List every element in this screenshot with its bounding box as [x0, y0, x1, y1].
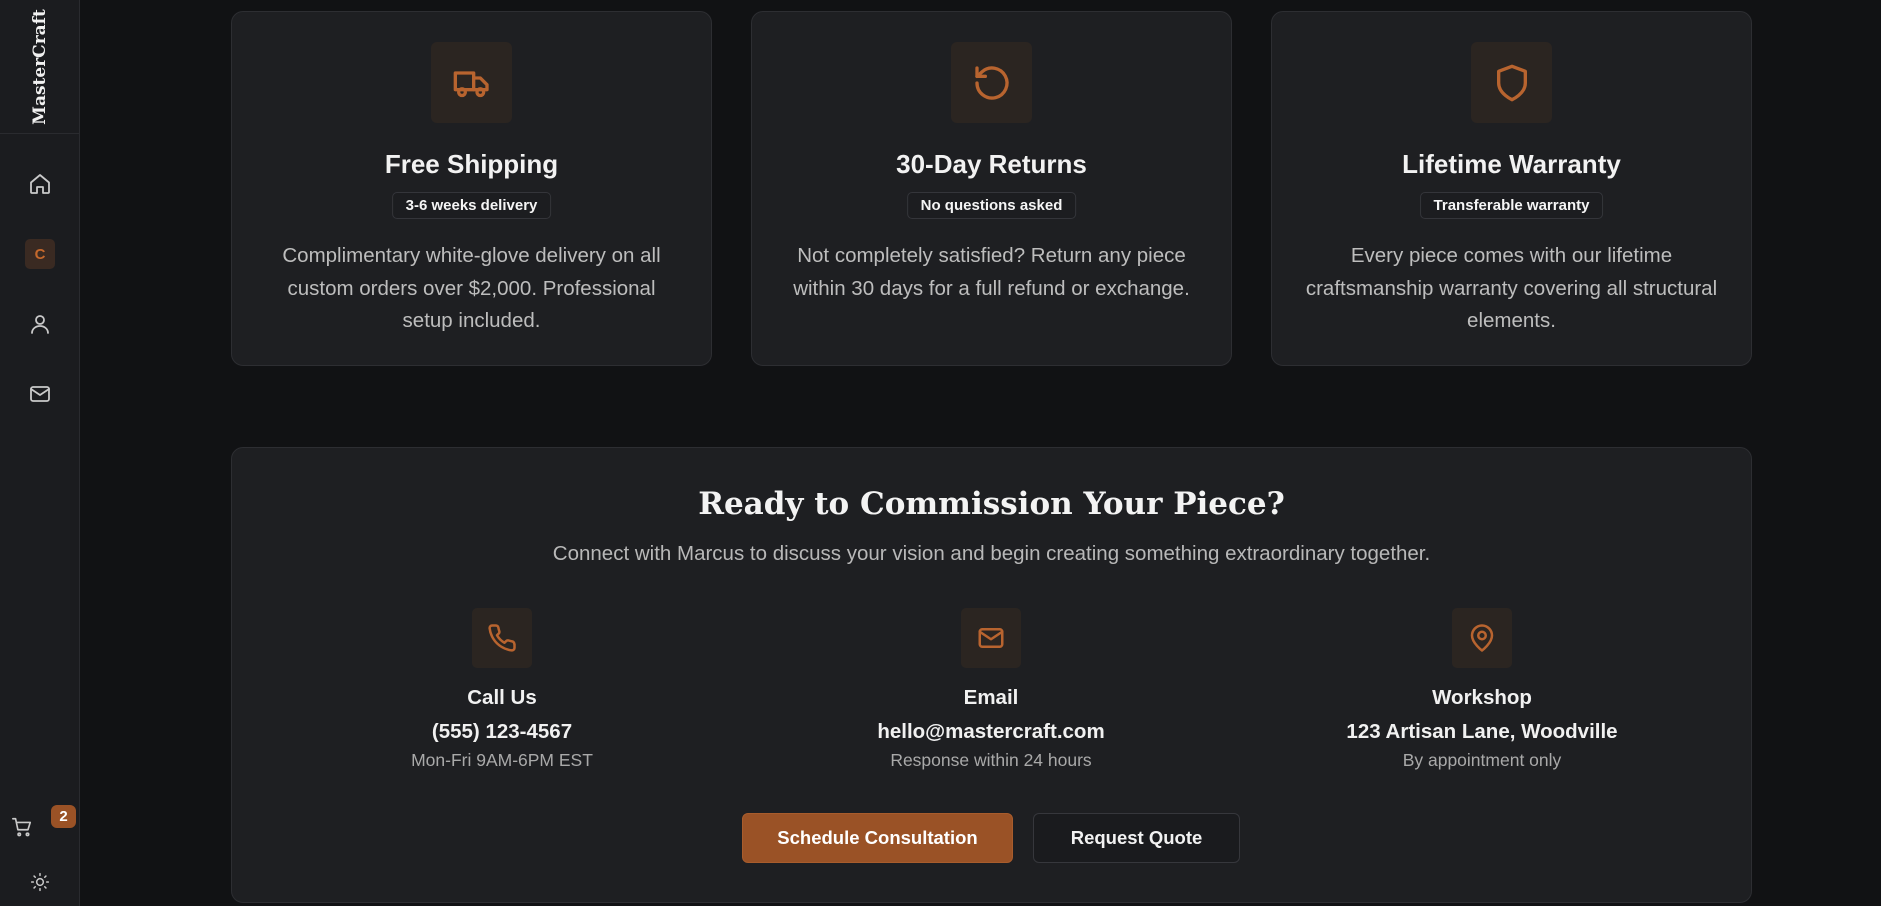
contact-label: Workshop: [1432, 686, 1532, 709]
feature-icon-box: [1471, 42, 1552, 123]
rotate-ccw-icon: [974, 65, 1009, 100]
feature-tag: Transferable warranty: [1419, 192, 1604, 219]
feature-tag: No questions asked: [906, 192, 1077, 219]
feature-title: Free Shipping: [384, 149, 559, 179]
mail-icon: [978, 628, 1004, 648]
brand-logo[interactable]: MasterCraft: [0, 0, 80, 134]
contact-icon-box: [961, 608, 1021, 668]
nav-account-button[interactable]: [20, 304, 60, 344]
feature-card-shipping: Free Shipping 3-6 weeks delivery Complim…: [231, 11, 712, 366]
nav-c-button[interactable]: C: [20, 234, 60, 274]
contact-icon-box: [472, 608, 532, 668]
nav-mail-button[interactable]: [20, 374, 60, 414]
home-icon: [30, 174, 50, 194]
contact-email: Email hello@mastercraft.com Response wit…: [811, 608, 1171, 771]
email-link[interactable]: hello@mastercraft.com: [811, 720, 1171, 744]
shield-icon: [1496, 64, 1527, 101]
cta-subtitle: Connect with Marcus to discuss your visi…: [552, 542, 1431, 565]
cart-icon: [12, 817, 32, 837]
request-quote-button[interactable]: Request Quote: [1033, 813, 1240, 863]
feature-icon-box: [951, 42, 1032, 123]
truck-icon: [453, 70, 489, 97]
feature-tag: 3-6 weeks delivery: [391, 192, 552, 219]
feature-icon-box: [431, 42, 512, 123]
user-icon: [31, 315, 49, 334]
contact-label: Call Us: [467, 686, 537, 709]
c-badge-icon: C: [25, 239, 55, 269]
cta-title: Ready to Commission Your Piece?: [698, 486, 1285, 522]
phone-icon: [488, 624, 516, 652]
feature-description: Complimentary white-glove delivery on al…: [282, 244, 661, 332]
commission-cta-panel: Ready to Commission Your Piece? Connect …: [231, 447, 1752, 903]
phone-link[interactable]: (555) 123-4567: [322, 720, 682, 744]
feature-card-returns: 30-Day Returns No questions asked Not co…: [751, 11, 1232, 366]
map-pin-icon: [1470, 624, 1494, 652]
contact-note: Response within 24 hours: [890, 750, 1092, 770]
nav-home-button[interactable]: [20, 164, 60, 204]
feature-card-warranty: Lifetime Warranty Transferable warranty …: [1271, 11, 1752, 366]
contact-icon-box: [1452, 608, 1512, 668]
mail-icon: [30, 386, 50, 402]
brand-name: MasterCraft: [30, 8, 51, 125]
contact-note: Mon-Fri 9AM-6PM EST: [411, 750, 593, 770]
contact-label: Email: [963, 686, 1019, 709]
feature-description: Every piece comes with our lifetime craf…: [1305, 244, 1718, 332]
feature-title: 30-Day Returns: [896, 149, 1087, 179]
cart-button[interactable]: [2, 807, 42, 847]
schedule-consultation-button[interactable]: Schedule Consultation: [742, 813, 1013, 863]
feature-description: Not completely satisfied? Return any pie…: [793, 244, 1190, 300]
theme-toggle-button[interactable]: [20, 862, 60, 902]
contact-call: Call Us (555) 123-4567 Mon-Fri 9AM-6PM E…: [322, 608, 682, 771]
contact-note: By appointment only: [1402, 750, 1562, 770]
sun-icon: [30, 872, 50, 892]
address-link[interactable]: 123 Artisan Lane, Woodville: [1302, 720, 1662, 744]
feature-title: Lifetime Warranty: [1402, 149, 1621, 179]
sidebar: MasterCraft C 2: [0, 0, 80, 906]
contact-workshop: Workshop 123 Artisan Lane, Woodville By …: [1302, 608, 1662, 771]
cart-count-badge: 2: [51, 805, 76, 828]
